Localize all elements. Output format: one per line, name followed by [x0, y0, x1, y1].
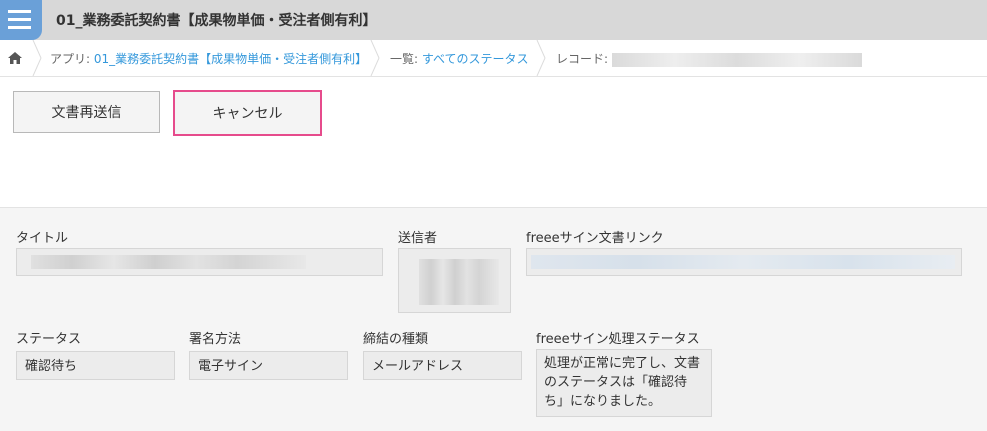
status-label: ステータス [16, 332, 82, 347]
breadcrumb-app[interactable]: アプリ: 01_業務委託契約書【成果物単価・受注者側有利】 [50, 50, 367, 67]
app-list-icon[interactable] [0, 0, 42, 40]
binding-type-label: 締結の種類 [363, 332, 429, 347]
document-link-field[interactable] [526, 248, 962, 276]
redacted-title [31, 255, 306, 269]
breadcrumb-app-link[interactable]: 01_業務委託契約書【成果物単価・受注者側有利】 [94, 52, 367, 66]
redacted-sender [419, 259, 499, 305]
page-title: 01_業務委託契約書【成果物単価・受注者側有利】 [56, 13, 377, 29]
record-detail-form: タイトル 送信者 freeeサイン文書リンク ステータス 確認待ち 署名方法 電… [0, 207, 987, 431]
breadcrumb-separator-icon [536, 40, 546, 76]
sign-method-field: 電子サイン [189, 351, 348, 380]
resend-document-button[interactable]: 文書再送信 [13, 91, 160, 133]
redacted-record-id [611, 52, 862, 67]
title-field [16, 248, 383, 276]
sender-label: 送信者 [398, 231, 438, 246]
document-link-label: freeeサイン文書リンク [526, 231, 664, 246]
breadcrumb-separator-icon [32, 40, 42, 76]
app-header: 01_業務委託契約書【成果物単価・受注者側有利】 [0, 0, 987, 40]
home-icon[interactable] [6, 50, 24, 66]
binding-type-field: メールアドレス [363, 351, 522, 380]
redacted-document-link[interactable] [531, 255, 955, 269]
cancel-button[interactable]: キャンセル [173, 90, 322, 136]
breadcrumb-list[interactable]: 一覧: すべてのステータス [390, 50, 529, 67]
title-label: タイトル [16, 231, 69, 246]
process-status-label: freeeサイン処理ステータス [536, 332, 700, 347]
breadcrumb-record: レコード: [556, 50, 862, 67]
sign-method-label: 署名方法 [189, 332, 242, 347]
breadcrumb-separator-icon [370, 40, 380, 76]
breadcrumb: アプリ: 01_業務委託契約書【成果物単価・受注者側有利】 一覧: すべてのステ… [0, 40, 987, 77]
status-field: 確認待ち [16, 351, 175, 380]
process-status-field: 処理が正常に完了し、文書のステータスは「確認待ち」になりました。 [536, 349, 712, 417]
sender-field [398, 248, 511, 313]
breadcrumb-list-link[interactable]: すべてのステータス [422, 52, 529, 66]
